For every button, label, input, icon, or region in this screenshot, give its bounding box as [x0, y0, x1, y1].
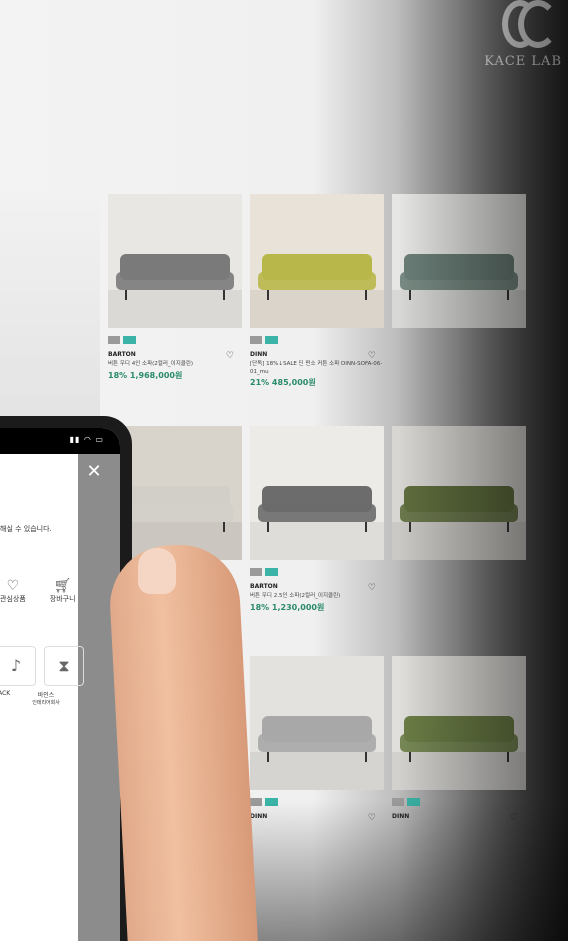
phone-screen: ▮▮ ◠ ▭ ✕ 해실 수 있습니다. ♡관심상품 🛒︎장바구니 ♪ ⧗ BAC…	[0, 428, 120, 941]
partner-labels: BACK 바인스인테리어회사	[0, 690, 60, 706]
product-card[interactable]	[392, 194, 526, 328]
product-card[interactable]	[392, 426, 526, 560]
vines-sublabel: 인테리어회사	[32, 700, 60, 706]
product-image[interactable]	[108, 194, 242, 328]
badge	[250, 568, 263, 576]
brand-mark-icon	[502, 0, 562, 48]
wishlist-label: 관심상품	[0, 595, 26, 603]
vines-label: 바인스	[37, 692, 55, 699]
product-card[interactable]: BARTON ♡ 버튼 우디 4인 소파(2컬러_이지클린) 18% 1,968,00…	[108, 194, 242, 381]
thumbnail	[138, 548, 176, 594]
wishlist-shortcut[interactable]: ♡ 관심상품	[0, 578, 26, 604]
product-name: [단독] 18%↓SALE 딘 펀소 커튼 소파 DINN-SOFA-06-01…	[250, 361, 383, 375]
cart-shortcut[interactable]: 🛒︎ 장바구니	[50, 578, 76, 604]
product-image[interactable]	[250, 656, 384, 790]
partner-icons: ♪ ⧗	[0, 646, 84, 686]
badges	[250, 336, 384, 344]
product-price: 18% 1,968,000원	[108, 370, 183, 380]
badge	[123, 336, 136, 344]
sofa-illustration	[392, 486, 526, 560]
product-image[interactable]	[250, 426, 384, 560]
status-bar: ▮▮ ◠ ▭	[0, 428, 120, 454]
vines-label-wrap: 바인스 인테리어회사	[32, 690, 60, 706]
badges	[250, 568, 384, 576]
badge	[108, 336, 121, 344]
heart-icon[interactable]: ♡	[368, 583, 376, 593]
product-image[interactable]	[250, 194, 384, 328]
heart-icon: ♡	[6, 578, 20, 594]
heart-icon[interactable]: ♡	[226, 351, 234, 361]
sofa-illustration	[250, 486, 384, 560]
product-card[interactable]: DINN♡	[250, 656, 384, 823]
product-price: 18% 1,230,000원	[250, 602, 325, 612]
brand-name: KACE LAB	[484, 54, 562, 69]
menu-greeting: 해실 수 있습니다.	[0, 525, 52, 533]
product-image[interactable]	[392, 656, 526, 790]
sofa-illustration	[108, 254, 242, 328]
page: KACE LAB BARTON ♡ 버튼 우디 4인 소파(2컬러_이지클린) 18%…	[0, 0, 568, 941]
phone-device: ▮▮ ◠ ▭ ✕ 해실 수 있습니다. ♡관심상품 🛒︎장바구니 ♪ ⧗ BAC…	[0, 416, 132, 941]
signal-icon: ▮▮ ◠ ▭	[69, 435, 104, 444]
product-name: 버튼 우디 2.5인 소파(2컬러_이지클린)	[250, 593, 341, 599]
product-image[interactable]	[392, 426, 526, 560]
heart-icon[interactable]: ♡	[368, 351, 376, 361]
sofa-illustration	[392, 716, 526, 790]
menu-shortcuts: ♡ 관심상품 🛒︎ 장바구니	[0, 578, 76, 604]
product-card[interactable]: BARTON ♡ 버튼 우디 2.5인 소파(2컬러_이지클린) 18% 1,230,…	[250, 426, 384, 613]
badge	[265, 336, 278, 344]
sofa-illustration	[250, 716, 384, 790]
hand-thumb	[107, 541, 259, 941]
product-brand: BARTON ♡	[250, 583, 376, 593]
brand-logo: KACE LAB	[484, 0, 562, 69]
product-card[interactable]: DINN ♡ [단독] 18%↓SALE 딘 펀소 커튼 소파 DINN-SOFA-…	[250, 194, 384, 388]
sofa-illustration	[392, 254, 526, 328]
badges	[108, 336, 242, 344]
product-name: 버튼 우디 4인 소파(2컬러_이지클린)	[108, 361, 194, 367]
product-card[interactable]: DINN♡	[392, 656, 526, 823]
product-price: 21% 485,000원	[250, 378, 316, 388]
badge	[265, 568, 278, 576]
product-brand: BARTON ♡	[108, 351, 234, 361]
sofa-illustration	[250, 254, 384, 328]
cart-icon: 🛒︎	[53, 578, 72, 594]
product-image[interactable]	[392, 194, 526, 328]
cart-label: 장바구니	[49, 595, 76, 603]
back-app-icon[interactable]: ♪	[0, 646, 36, 686]
back-label: BACK	[0, 690, 11, 697]
badge	[250, 336, 263, 344]
vines-app-icon[interactable]: ⧗	[44, 646, 84, 686]
product-brand: DINN♡	[250, 351, 376, 361]
site-header: KACE LAB	[0, 0, 568, 190]
close-icon[interactable]: ✕	[83, 461, 105, 483]
